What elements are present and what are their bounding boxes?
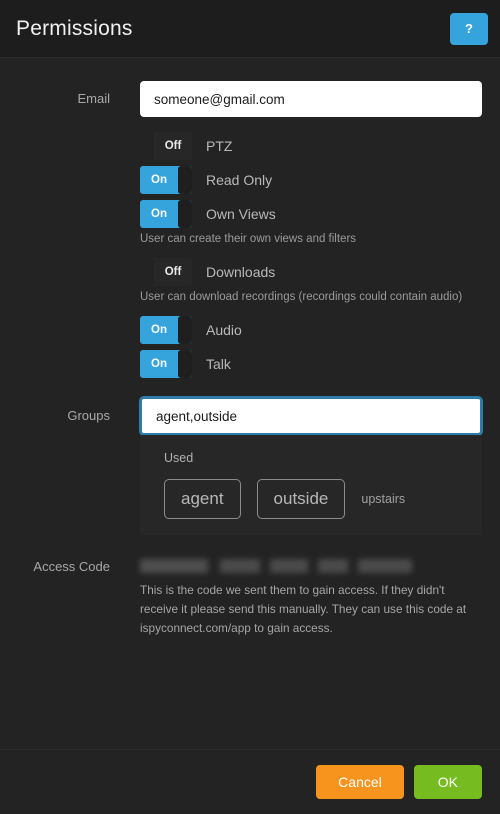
groups-field-wrap: Used agent outside upstairs bbox=[110, 397, 500, 535]
cancel-button[interactable]: Cancel bbox=[316, 765, 404, 799]
email-row: Email bbox=[0, 81, 500, 117]
access-code-row: Access Code This is the code we sent the… bbox=[0, 555, 500, 638]
groups-input[interactable] bbox=[140, 397, 482, 435]
toggle-audio[interactable]: On bbox=[140, 316, 192, 344]
used-heading: Used bbox=[164, 451, 194, 465]
permission-label-downloads: Downloads bbox=[206, 264, 276, 280]
toggle-knob-icon bbox=[178, 166, 192, 194]
dialog-body: Email Off PTZ On Read Only bbox=[0, 58, 500, 749]
group-tag-agent[interactable]: agent bbox=[164, 479, 241, 519]
toggle-knob-icon bbox=[140, 258, 154, 286]
permission-label-own-views: Own Views bbox=[206, 206, 276, 222]
permission-label-read-only: Read Only bbox=[206, 172, 273, 188]
permission-row-read-only: On Read Only bbox=[140, 165, 500, 195]
permission-label-ptz: PTZ bbox=[206, 138, 233, 154]
email-input[interactable] bbox=[140, 81, 482, 117]
toggle-ptz[interactable]: Off bbox=[140, 132, 192, 160]
permissions-dialog: Permissions ? Email Off PTZ On bbox=[0, 0, 500, 814]
groups-row: Groups Used agent outside upstairs bbox=[0, 397, 500, 535]
permission-row-own-views: On Own Views bbox=[140, 199, 500, 229]
toggle-knob-icon bbox=[178, 200, 192, 228]
groups-suggestion-panel: Used agent outside upstairs bbox=[140, 435, 482, 535]
toggle-state-label: Off bbox=[164, 140, 182, 152]
permission-row-downloads: Off Downloads bbox=[140, 257, 500, 287]
permission-row-audio: On Audio bbox=[140, 315, 500, 345]
dialog-header: Permissions ? bbox=[0, 0, 500, 58]
ok-button[interactable]: OK bbox=[413, 765, 482, 799]
toggle-own-views[interactable]: On bbox=[140, 200, 192, 228]
page-title: Permissions bbox=[16, 16, 133, 40]
permission-label-audio: Audio bbox=[206, 322, 242, 338]
toggle-talk[interactable]: On bbox=[140, 350, 192, 378]
email-label: Email bbox=[77, 91, 110, 106]
access-code-field-wrap: This is the code we sent them to gain ac… bbox=[110, 555, 500, 638]
group-tag-list: agent outside upstairs bbox=[164, 479, 482, 519]
toggle-state-label: On bbox=[151, 208, 167, 220]
group-tag-upstairs[interactable]: upstairs bbox=[361, 489, 405, 509]
permission-hint-downloads: User can download recordings (recordings… bbox=[140, 291, 463, 303]
permission-hint-own-views: User can create their own views and filt… bbox=[140, 233, 357, 245]
access-code-value-redacted bbox=[140, 559, 412, 573]
permission-row-talk: On Talk bbox=[140, 349, 500, 379]
access-code-hint: This is the code we sent them to gain ac… bbox=[140, 583, 467, 635]
dialog-footer: Cancel OK bbox=[0, 749, 500, 814]
email-field-wrap bbox=[110, 81, 500, 117]
toggle-knob-icon bbox=[140, 132, 154, 160]
toggle-knob-icon bbox=[178, 350, 192, 378]
help-button[interactable]: ? bbox=[450, 12, 488, 45]
toggle-read-only[interactable]: On bbox=[140, 166, 192, 194]
groups-label: Groups bbox=[67, 408, 110, 423]
group-tag-outside[interactable]: outside bbox=[256, 479, 346, 519]
toggle-state-label: On bbox=[151, 324, 167, 336]
toggle-state-label: On bbox=[151, 358, 167, 370]
permissions-list: Off PTZ On Read Only On Own Views User c… bbox=[0, 131, 500, 379]
permission-row-ptz: Off PTZ bbox=[140, 131, 500, 161]
toggle-state-label: Off bbox=[164, 266, 182, 278]
permission-label-talk: Talk bbox=[206, 356, 231, 372]
toggle-state-label: On bbox=[151, 174, 167, 186]
access-code-label: Access Code bbox=[33, 559, 110, 574]
toggle-downloads[interactable]: Off bbox=[140, 258, 192, 286]
toggle-knob-icon bbox=[178, 316, 192, 344]
